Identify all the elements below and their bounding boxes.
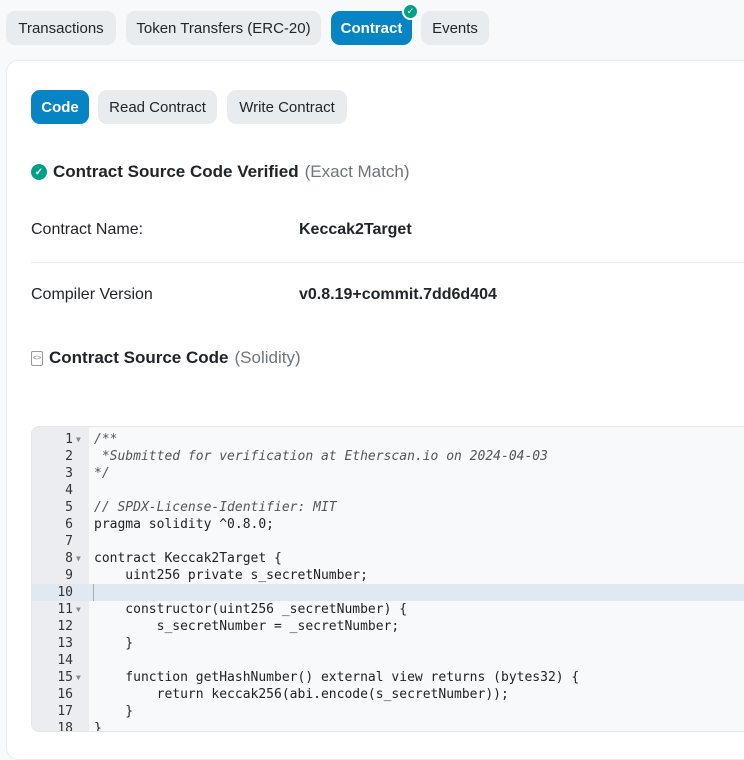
code-line[interactable]: 8 ▼ contract Keccak2Target { (32, 550, 744, 567)
code-text: } (94, 704, 134, 719)
line-number: 16 (57, 687, 73, 702)
tab-token-transfers[interactable]: Token Transfers (ERC-20) (126, 11, 321, 45)
code-text: pragma solidity ^0.8.0; (94, 517, 275, 532)
line-number: 17 (57, 704, 73, 719)
compiler-version-value: v0.8.19+commit.7dd6d404 (299, 286, 497, 303)
verified-title: Contract Source Code Verified (53, 162, 299, 181)
line-number: 6 (65, 517, 73, 532)
check-circle-icon: ✓ (402, 3, 419, 20)
text-cursor (93, 584, 94, 601)
code-text: function getHashNumber() external view r… (94, 670, 580, 685)
line-number: 9 (65, 568, 73, 583)
code-text: // SPDX-License-Identifier: MIT (94, 500, 337, 515)
fold-arrow-icon[interactable]: ▼ (76, 601, 81, 618)
code-line[interactable]: 12 s_secretNumber = _secretNumber; (32, 618, 744, 635)
verified-heading: ✓ Contract Source Code Verified (Exact M… (31, 162, 409, 182)
line-number: 14 (57, 653, 73, 668)
compiler-version-label: Compiler Version (31, 286, 153, 303)
contract-name-label: Contract Name: (31, 221, 144, 238)
code-line[interactable]: 16 return keccak256(abi.encode(s_secretN… (32, 686, 744, 703)
line-number: 15 (57, 670, 73, 685)
code-text: } (94, 721, 102, 732)
code-line[interactable]: 11 ▼ constructor(uint256 _secretNumber) { (32, 601, 744, 618)
line-number: 11 (57, 602, 73, 617)
line-number: 18 (57, 721, 73, 732)
line-number: 3 (65, 466, 73, 481)
subtab-write-contract[interactable]: Write Contract (227, 90, 347, 124)
source-language: (Solidity) (234, 348, 301, 367)
code-text: constructor(uint256 _secretNumber) { (94, 602, 408, 617)
line-number: 2 (65, 449, 73, 464)
line-number: 4 (65, 483, 73, 498)
source-title: Contract Source Code (49, 348, 229, 367)
code-line[interactable]: 15 ▼ function getHashNumber() external vi… (32, 669, 744, 686)
fold-arrow-icon[interactable]: ▼ (76, 550, 81, 567)
line-number: 13 (57, 636, 73, 651)
code-text: uint256 private s_secretNumber; (94, 568, 368, 583)
file-code-icon: <> (31, 350, 43, 366)
line-number: 1 (65, 432, 73, 447)
tab-contract[interactable]: Contract (331, 11, 412, 45)
tab-contract-label: Contract (340, 19, 403, 37)
code-text: /** (94, 432, 118, 447)
subtab-read-contract[interactable]: Read Contract (98, 90, 217, 124)
code-text: *Submitted for verification at Etherscan… (94, 449, 548, 464)
code-text: } (94, 636, 134, 651)
divider (31, 262, 744, 263)
line-number: 5 (65, 500, 73, 515)
line-number: 8 (65, 551, 73, 566)
tab-events[interactable]: Events (421, 11, 489, 45)
line-number: 10 (57, 585, 73, 600)
code-line[interactable]: 10 (32, 584, 744, 601)
fold-arrow-icon[interactable]: ▼ (76, 431, 81, 448)
verified-note: (Exact Match) (304, 162, 410, 181)
code-line[interactable]: 1 ▼ /** (32, 431, 744, 448)
contract-name-value: Keccak2Target (299, 221, 412, 238)
code-line[interactable]: 7 (32, 533, 744, 550)
code-line[interactable]: 6 pragma solidity ^0.8.0; (32, 516, 744, 533)
tab-transactions[interactable]: Transactions (6, 11, 116, 45)
code-line[interactable]: 3 */ (32, 465, 744, 482)
code-line[interactable]: 13 } (32, 635, 744, 652)
fold-arrow-icon[interactable]: ▼ (76, 669, 81, 686)
code-line[interactable]: 5 // SPDX-License-Identifier: MIT (32, 499, 744, 516)
verified-check-icon: ✓ (31, 164, 47, 180)
code-line[interactable]: 14 (32, 652, 744, 669)
code-text: contract Keccak2Target { (94, 551, 282, 566)
source-heading: <> Contract Source Code (Solidity) (31, 348, 301, 368)
line-number: 7 (65, 534, 73, 549)
code-editor[interactable]: 1 ▼/** 2 *Submitted for verification at Et… (31, 426, 744, 732)
code-line[interactable]: 4 (32, 482, 744, 499)
subtab-code[interactable]: Code (31, 90, 89, 124)
code-line[interactable]: 18} (32, 720, 744, 732)
code-line[interactable]: 17 } (32, 703, 744, 720)
code-text: */ (94, 466, 110, 481)
code-line[interactable]: 9 uint256 private s_secretNumber; (32, 567, 744, 584)
code-text: s_secretNumber = _secretNumber; (94, 619, 400, 634)
code-text: return keccak256(abi.encode(s_secretNumb… (94, 687, 509, 702)
line-number: 12 (57, 619, 73, 634)
code-line[interactable]: 2 *Submitted for verification at Ethersc… (32, 448, 744, 465)
